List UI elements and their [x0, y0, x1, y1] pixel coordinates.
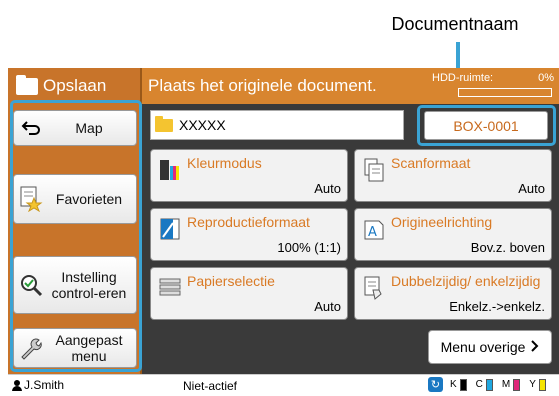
tile-title: Reproductieformaat [187, 214, 310, 230]
chevron-right-icon [531, 339, 539, 355]
hdd-space-label: HDD-ruimte: [432, 72, 494, 84]
user-name: J.Smith [24, 378, 65, 392]
tile-value: 100% (1:1) [277, 240, 341, 255]
sidebar-item-label: Instelling control-eren [51, 269, 127, 301]
ink-levels: ↻ K C M Y [428, 377, 546, 392]
reproduction-size-icon [159, 217, 181, 241]
message-area: Plaats het originele document. HDD-ruimt… [142, 68, 559, 104]
header: Opslaan Plaats het originele document. H… [8, 68, 559, 104]
sidebar: Map Favorieten Instelling control-eren A… [8, 104, 142, 374]
paper-tray-icon [159, 276, 181, 300]
hdd-space-bar [458, 88, 552, 97]
folder-icon [155, 115, 173, 132]
more-menu-button[interactable]: Menu overige [428, 330, 552, 364]
panel-screen: Opslaan Plaats het originele document. H… [8, 68, 559, 394]
scan-size-icon [363, 158, 385, 182]
favorites-button[interactable]: Favorieten [13, 174, 137, 224]
ink-label-c: C [475, 379, 483, 390]
tile-title: Papierselectie [187, 273, 275, 289]
magnifier-check-icon [16, 273, 46, 297]
status-bar: J.Smith Niet-actief ↻ K C M Y [8, 374, 559, 394]
wrench-icon [16, 336, 46, 360]
tile-title: Scanformaat [391, 155, 471, 171]
color-mode-tile[interactable]: Kleurmodus Auto [150, 149, 348, 202]
ink-label-y: Y [529, 379, 536, 390]
machine-state: Niet-actief [183, 379, 238, 393]
scan-size-tile[interactable]: Scanformaat Auto [354, 149, 552, 202]
color-mode-icon [159, 158, 181, 182]
duplex-tile[interactable]: Dubbelzijdig/ enkelzijdig Enkelz.->enkel… [354, 267, 552, 320]
tile-value: Auto [518, 181, 545, 196]
ink-swatch-m [513, 378, 521, 391]
duplex-icon [363, 276, 385, 300]
favorites-star-icon [16, 186, 46, 212]
sync-icon: ↻ [428, 377, 443, 392]
document-name-value: XXXXX [179, 117, 226, 133]
tile-value: Bov.z. boven [470, 240, 545, 255]
tile-title: Dubbelzijdig/ enkelzijdig [391, 273, 541, 289]
more-menu-label: Menu overige [440, 339, 526, 355]
user-indicator: J.Smith [12, 378, 64, 392]
ink-label-k: K [450, 379, 457, 390]
user-icon [12, 379, 22, 391]
tile-title: Kleurmodus [187, 155, 262, 171]
tile-value: Auto [314, 181, 341, 196]
back-arrow-icon [16, 120, 46, 136]
mode-title: Opslaan [8, 68, 142, 104]
folder-back-button[interactable]: Map [13, 110, 137, 146]
mode-title-label: Opslaan [43, 76, 107, 95]
box-select-button[interactable]: BOX-0001 [424, 111, 548, 140]
sidebar-item-label: Favorieten [55, 191, 123, 207]
sidebar-item-label: Aangepast menu [55, 332, 123, 364]
svg-text:A: A [368, 225, 377, 240]
orientation-icon: A [363, 217, 385, 241]
document-name-callout: Documentnaam [391, 14, 519, 34]
paper-selection-tile[interactable]: Papierselectie Auto [150, 267, 348, 320]
main-content: XXXXX BOX-0001 Kleurmodus Auto Scanforma… [144, 104, 559, 374]
ink-swatch-k [459, 378, 467, 391]
original-orientation-tile[interactable]: A Origineelrichting Bov.z. boven [354, 208, 552, 261]
status-message: Plaats het originele document. [148, 76, 377, 95]
ink-swatch-y [538, 378, 546, 391]
document-name-field[interactable]: XXXXX [150, 110, 404, 140]
reproduction-size-tile[interactable]: Reproductieformaat 100% (1:1) [150, 208, 348, 261]
sidebar-item-label: Map [75, 120, 103, 136]
custom-menu-button[interactable]: Aangepast menu [13, 328, 137, 368]
ink-label-m: M [501, 379, 511, 390]
tile-title: Origineelrichting [391, 214, 493, 230]
folder-icon [16, 74, 38, 95]
tile-value: Enkelz.->enkelz. [449, 299, 545, 314]
hdd-space-percent: 0% [538, 72, 554, 84]
tile-value: Auto [314, 299, 341, 314]
ink-swatch-c [485, 378, 493, 391]
check-settings-button[interactable]: Instelling control-eren [13, 256, 137, 314]
